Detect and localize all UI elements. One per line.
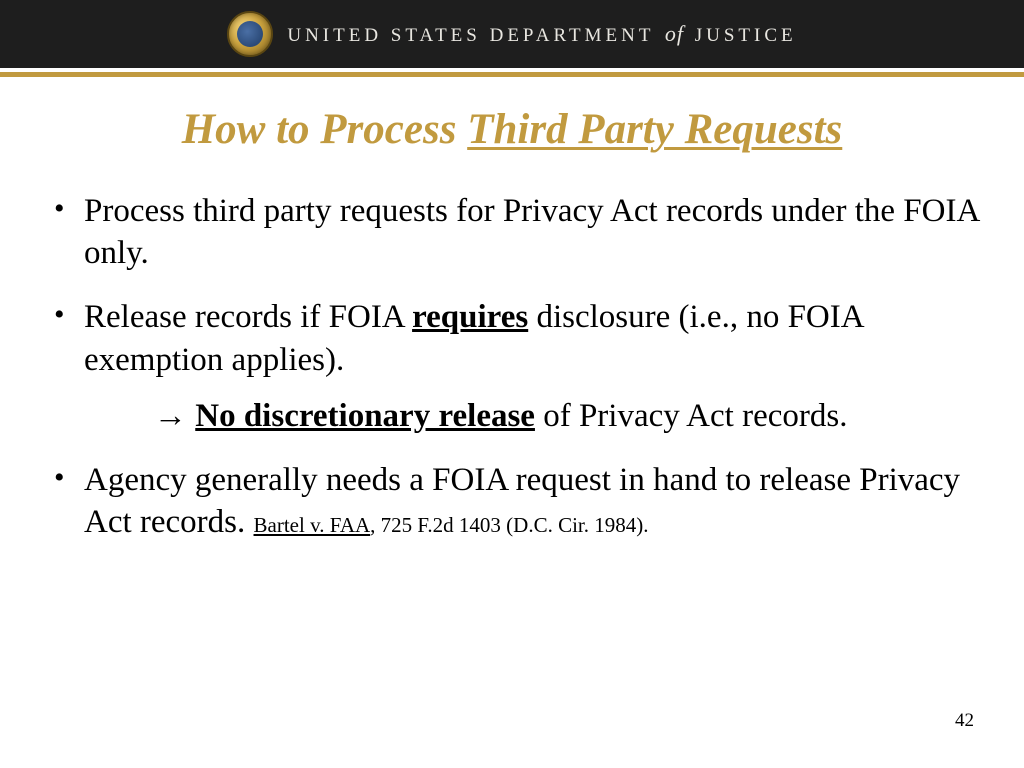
bullet-1: Process third party requests for Privacy…	[44, 190, 980, 274]
department-name: UNITED STATES DEPARTMENT of JUSTICE	[287, 21, 796, 47]
dept-suffix: JUSTICE	[695, 25, 797, 46]
sub-post: of Privacy Act records.	[535, 398, 848, 434]
citation-name: Bartel v. FAA	[254, 513, 371, 537]
bullet-1-text: Process third party requests for Privacy…	[84, 193, 978, 271]
slide-title: How to Process Third Party Requests	[44, 105, 980, 154]
dept-prefix: UNITED STATES DEPARTMENT	[287, 25, 654, 46]
bullet-3: Agency generally needs a FOIA request in…	[44, 459, 980, 543]
doj-seal-icon	[227, 11, 273, 57]
bullet-list: Process third party requests for Privacy…	[44, 190, 980, 544]
title-prefix: How to Process	[182, 106, 467, 153]
arrow-icon: →	[154, 398, 195, 434]
header-bar: UNITED STATES DEPARTMENT of JUSTICE	[0, 0, 1024, 68]
slide-content: How to Process Third Party Requests Proc…	[0, 77, 1024, 544]
bullet-2-requires: requires	[412, 299, 528, 335]
bullet-2-pre: Release records if FOIA	[84, 299, 412, 335]
citation-rest: , 725 F.2d 1403 (D.C. Cir. 1984).	[370, 513, 648, 537]
page-number: 42	[955, 710, 974, 732]
bullet-2: Release records if FOIA requires disclos…	[44, 296, 980, 437]
title-underlined: Third Party Requests	[467, 106, 842, 153]
dept-of: of	[665, 21, 684, 46]
sub-bold: No discretionary release	[195, 398, 535, 434]
bullet-2-sub: → No discretionary release of Privacy Ac…	[120, 395, 980, 437]
